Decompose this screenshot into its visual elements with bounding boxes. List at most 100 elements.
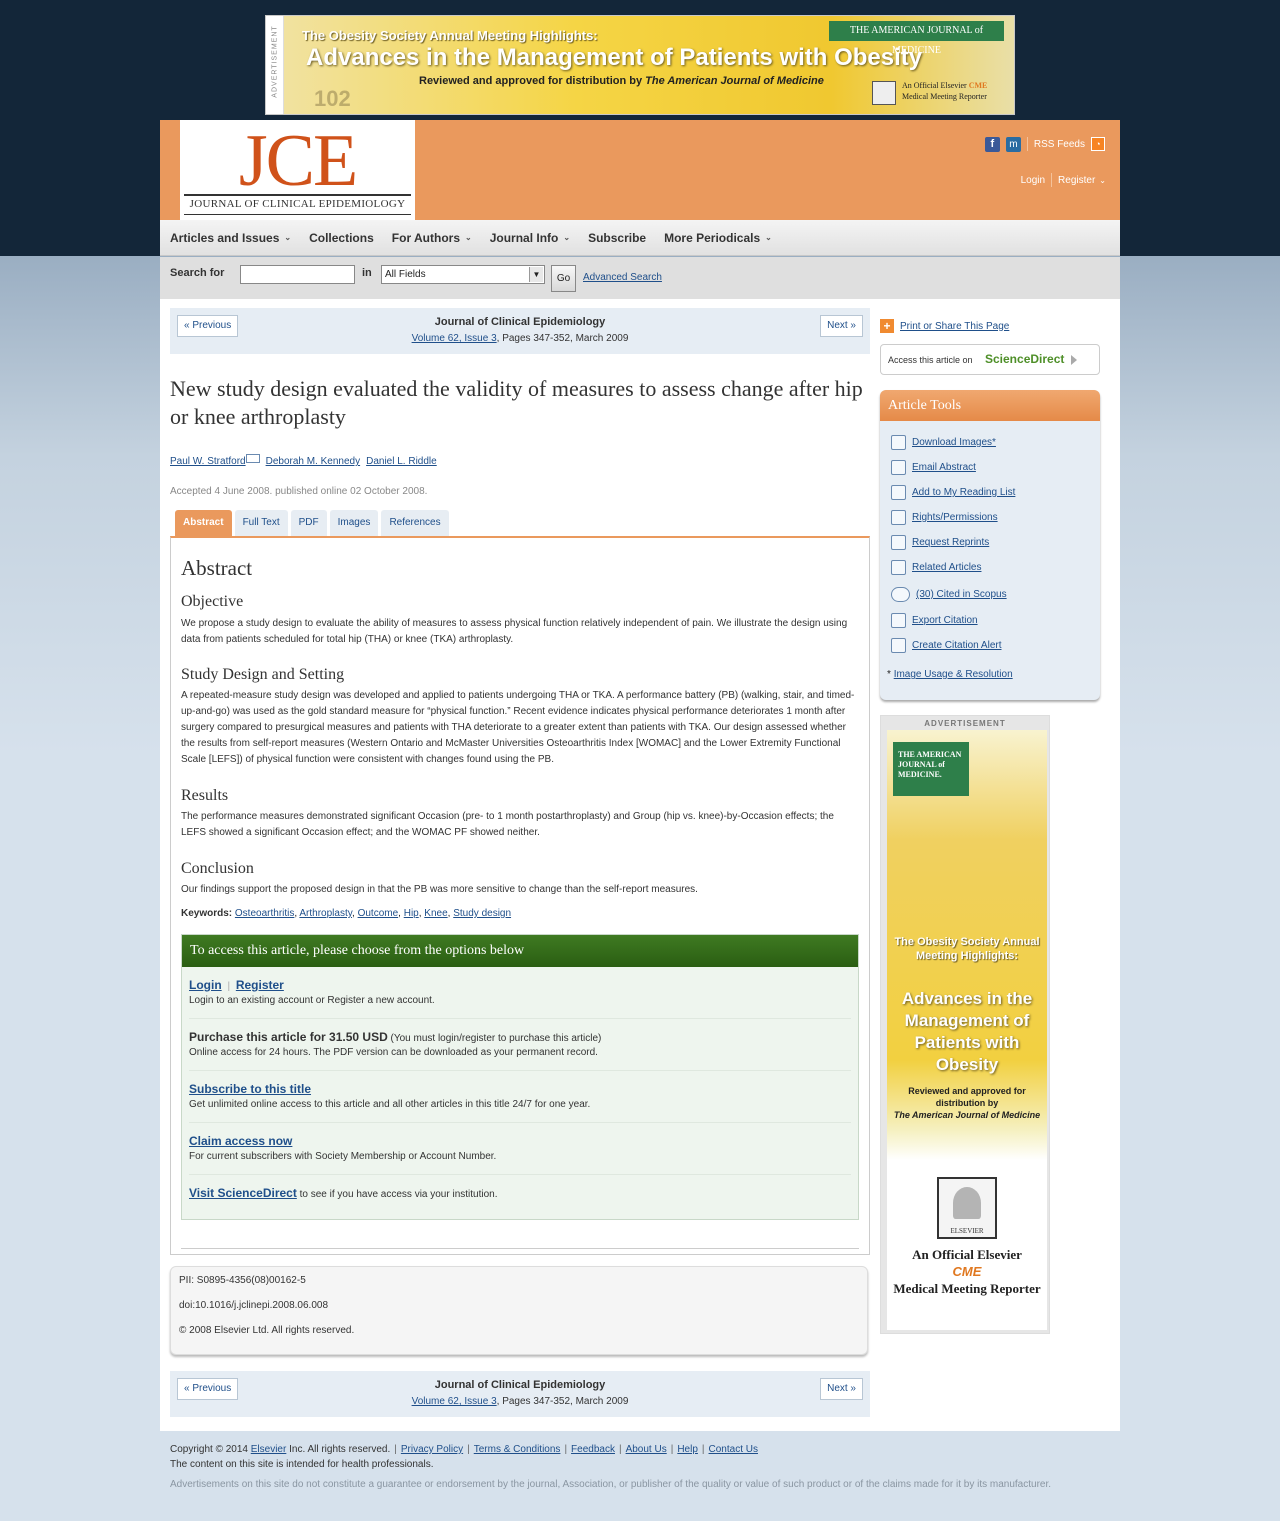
top-advertisement-banner[interactable]: ADVERTISEMENT 102 The Obesity Society An… [265,15,1015,115]
terms-link[interactable]: Terms & Conditions [474,1444,561,1455]
journal-logo[interactable]: JCE JOURNAL OF CLINICAL EPIDEMIOLOGY [180,120,415,220]
alert-icon [891,638,906,653]
sidebar-advertisement[interactable]: ADVERTISEMENT THE AMERICAN JOURNAL of ME… [880,715,1050,1334]
article-title: New study design evaluated the validity … [170,376,863,429]
about-us-link[interactable]: About Us [626,1444,667,1455]
image-usage-link[interactable]: Image Usage & Resolution [894,669,1013,680]
claim-access-link[interactable]: Claim access now [189,1134,292,1148]
next-article-button[interactable]: Next » [820,1378,863,1400]
tool-label[interactable]: Export Citation [912,615,978,626]
divider: | [227,981,231,992]
keywords: Keywords: Osteoarthritis, Arthroplasty, … [181,908,512,919]
ad-side-label: ADVERTISEMENT [266,16,284,114]
nav-item-label: More Periodicals [664,230,761,245]
tab-images[interactable]: Images [329,510,379,536]
claim-description: For current subscribers with Society Mem… [189,1151,497,1162]
tab-abstract[interactable]: Abstract [175,510,232,536]
nav-item-more-periodicals[interactable]: More Periodicals ⌄ [664,231,772,245]
keyword-link[interactable]: Study design [453,908,511,919]
author-link[interactable]: Deborah M. Kennedy [266,456,361,467]
tool-label[interactable]: Add to My Reading List [912,487,1015,498]
issue-details: Volume 62, Issue 3, Pages 347-352, March… [170,333,870,344]
keyword-link[interactable]: Hip [404,908,419,919]
elsevier-link[interactable]: Elsevier [251,1444,287,1455]
related-articles-icon [891,560,906,575]
keyword-link[interactable]: Arthroplasty [299,908,352,919]
tool-label[interactable]: (30) Cited in Scopus [916,589,1007,600]
tab-full-text[interactable]: Full Text [234,510,288,536]
search-field-value: All Fields [385,269,426,280]
feedback-link[interactable]: Feedback [571,1444,615,1455]
privacy-policy-link[interactable]: Privacy Policy [401,1444,463,1455]
divider [1026,137,1028,151]
tool-label[interactable]: Create Citation Alert [912,640,1002,651]
doi-text: doi:10.1016/j.jclinepi.2008.06.008 [179,1300,329,1311]
nav-item-subscribe[interactable]: Subscribe [588,231,646,245]
purchase-description: Online access for 24 hours. The PDF vers… [189,1047,598,1058]
tool-label[interactable]: Rights/Permissions [912,512,998,523]
tool-cited-in-scopus[interactable]: (30) Cited in Scopus [891,587,1007,602]
tool-related-articles[interactable]: Related Articles [891,560,981,575]
nav-item-collections[interactable]: Collections [309,231,374,245]
keyword-link[interactable]: Outcome [358,908,399,919]
visit-sciencedirect-link[interactable]: Visit ScienceDirect [189,1186,297,1200]
tab-references[interactable]: References [381,510,449,536]
tool-rights-permissions[interactable]: Rights/Permissions [891,510,998,525]
subscribe-link[interactable]: Subscribe to this title [189,1082,311,1096]
keyword-link[interactable]: Osteoarthritis [235,908,294,919]
email-icon[interactable] [245,454,260,463]
tool-request-reprints[interactable]: Request Reprints [891,535,989,550]
tool-reading-list[interactable]: Add to My Reading List [891,485,1015,500]
tool-label[interactable]: Email Abstract [912,462,976,473]
logo-rule [184,194,411,196]
volume-issue-link[interactable]: Volume 62, Issue 3 [412,1396,497,1407]
nav-item-label: Collections [309,230,374,245]
tool-label[interactable]: Related Articles [912,562,981,573]
ad-label-text: ADVERTISEMENT [271,25,279,98]
print-share-link[interactable]: Print or Share This Page [900,321,1009,332]
login-link[interactable]: Login [189,978,222,992]
ad-approval-prefix: Reviewed and approved for distribution b… [419,75,643,87]
help-link[interactable]: Help [677,1444,698,1455]
ad-official-line: An Official Elsevier [912,1247,1022,1262]
tab-pdf[interactable]: PDF [290,510,327,536]
mendeley-icon[interactable]: m [1005,136,1021,152]
rss-feeds-link[interactable]: RSS Feeds [1034,139,1085,150]
plus-icon[interactable]: + [880,319,894,333]
tool-citation-alert[interactable]: Create Citation Alert [891,638,1002,653]
contact-us-link[interactable]: Contact Us [709,1444,758,1455]
sciencedirect-access[interactable]: Access this article on ScienceDirect [880,344,1100,375]
footnote-star: * [887,669,891,680]
volume-issue-link[interactable]: Volume 62, Issue 3 [412,333,497,344]
login-link[interactable]: Login [1021,175,1045,186]
ad-cme-badge: CME [968,81,988,90]
tool-label[interactable]: Request Reprints [912,537,989,548]
article-identifiers: PII: S0895-4356(08)00162-5 doi:10.1016/j… [170,1266,868,1355]
facebook-icon[interactable]: f [984,136,1000,152]
tool-download-images[interactable]: Download Images* [891,435,996,450]
footer-notice: The content on this site is intended for… [170,1459,434,1470]
copyright-text: © 2008 Elsevier Ltd. All rights reserved… [179,1325,355,1336]
nav-item-articles-and-issues[interactable]: Articles and Issues ⌄ [170,231,291,245]
section-heading-study-design: Study Design and Setting [181,666,345,683]
search-go-button[interactable]: Go [551,265,576,292]
advanced-search-link[interactable]: Advanced Search [583,272,662,283]
tool-label[interactable]: Download Images* [912,437,996,448]
nav-item-for-authors[interactable]: For Authors ⌄ [392,231,472,245]
access-option-login: Login | Register Login to an existing ac… [189,978,851,1006]
register-link[interactable]: Register [236,978,284,992]
search-field-select[interactable]: All Fields ▼ [381,265,545,284]
rss-icon[interactable]: ◔ [1091,137,1105,151]
download-images-icon [891,435,906,450]
access-option-claim: Claim access now For current subscribers… [189,1134,851,1162]
tool-export-citation[interactable]: Export Citation [891,613,978,628]
author-link[interactable]: Paul W. Stratford [170,456,246,467]
scopus-icon [891,587,910,602]
nav-item-journal-info[interactable]: Journal Info ⌄ [490,231,570,245]
author-link[interactable]: Daniel L. Riddle [366,456,437,467]
keyword-link[interactable]: Knee [424,908,447,919]
register-link[interactable]: Register [1058,175,1095,186]
tool-email-abstract[interactable]: Email Abstract [891,460,976,475]
next-article-button[interactable]: Next » [820,315,863,337]
search-input[interactable] [240,265,355,284]
